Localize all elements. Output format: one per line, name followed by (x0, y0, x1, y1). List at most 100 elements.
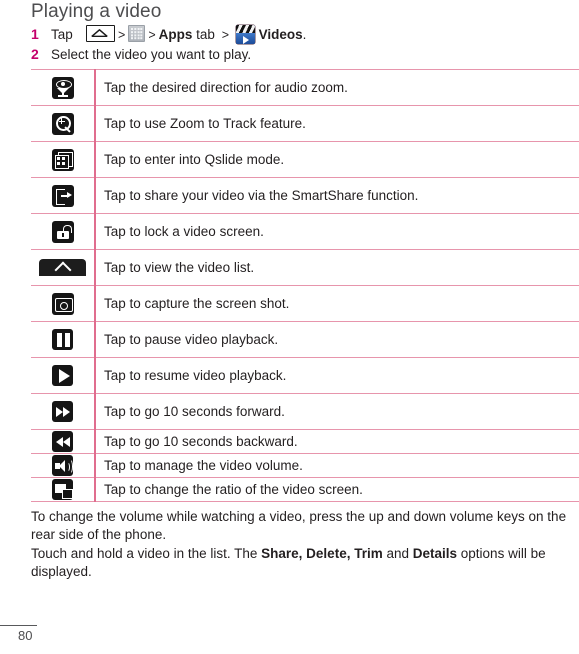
volume-icon[interactable] (52, 455, 73, 476)
qslide-cell (56, 161, 60, 165)
longpress-options-bold-2: Details (412, 546, 458, 561)
audio-zoom-dot (60, 81, 65, 86)
step-1-sep-1: > (118, 28, 126, 42)
table-row: Tap the desired direction for audio zoom… (31, 69, 579, 106)
table-row: Tap to lock a video screen. (31, 213, 579, 250)
description-cell: Tap to resume video playback. (95, 357, 579, 394)
step-2-number: 2 (31, 46, 39, 62)
page-content: Playing a video 1 Tap > > Apps tab > Vid… (31, 0, 579, 581)
home-icon[interactable] (86, 25, 116, 42)
play-icon[interactable] (52, 365, 73, 386)
rewind-triangle-2 (63, 437, 70, 447)
description-cell: Tap to lock a video screen. (95, 213, 579, 250)
capture-lens (59, 301, 68, 310)
description-cell: Tap the desired direction for audio zoom… (95, 69, 579, 106)
page-number: 80 (18, 628, 33, 643)
smartshare-box (55, 188, 65, 205)
description-cell: Tap to use Zoom to Track feature. (95, 105, 579, 142)
icon-cell (31, 141, 96, 178)
icon-cell (31, 213, 96, 250)
lock-keyhole (61, 232, 64, 237)
apps-tab-label: Apps (158, 27, 193, 42)
description-cell: Tap to change the ratio of the video scr… (95, 477, 579, 502)
step-1-period: . (302, 27, 307, 42)
icon-cell (31, 105, 96, 142)
home-icon-glyph (91, 29, 108, 37)
longpress-mid: and (382, 546, 413, 561)
step-2-text: Select the video you want to play. (51, 47, 252, 62)
table-row: Tap to go 10 seconds forward. (31, 393, 579, 430)
apps-grid-icon-glyph (131, 28, 143, 40)
table-row: Tap to pause video playback. (31, 321, 579, 358)
page-title: Playing a video (31, 1, 162, 22)
page-footer: 80 (0, 624, 100, 643)
icon-cell (31, 177, 96, 214)
rewind-triangle-1 (56, 437, 63, 447)
pause-bar-right (65, 333, 70, 347)
icon-cell (31, 429, 96, 454)
video-controls-table-body: Tap the desired direction for audio zoom… (31, 69, 579, 502)
step-1-sep-2: > (148, 28, 156, 42)
description-cell: Tap to go 10 seconds forward. (95, 393, 579, 430)
table-row: Tap to manage the video volume. (31, 453, 579, 478)
longpress-options-bold-1: Share, Delete, Trim (261, 546, 383, 561)
description-cell: Tap to enter into Qslide mode. (95, 141, 579, 178)
table-row: Tap to view the video list. (31, 249, 579, 286)
play-triangle-glyph (59, 369, 70, 383)
videos-app-icon[interactable] (235, 25, 255, 44)
video-list-chevron-up-icon[interactable] (39, 258, 86, 279)
aspect-ratio-front (62, 489, 73, 499)
forward-triangle-2 (63, 407, 70, 417)
step-1-number: 1 (31, 26, 39, 42)
description-cell: Tap to manage the video volume. (95, 453, 579, 478)
videos-label: Videos (258, 27, 303, 42)
description-cell: Tap to pause video playback. (95, 321, 579, 358)
play-triangle (242, 36, 249, 44)
steps-list: 1 Tap > > Apps tab > Videos. 2 Select th… (31, 25, 579, 64)
volume-note-paragraph: To change the volume while watching a vi… (31, 509, 567, 542)
icon-cell (31, 357, 96, 394)
volume-wave-outer (67, 459, 73, 474)
icon-cell (31, 285, 96, 322)
icon-cell (31, 477, 96, 502)
fast-forward-icon[interactable] (52, 401, 73, 422)
table-row: Tap to resume video playback. (31, 357, 579, 394)
rewind-icon[interactable] (52, 431, 73, 452)
lock-screen-icon[interactable] (51, 220, 74, 243)
smartshare-icon[interactable] (51, 184, 74, 207)
description-cell: Tap to capture the screen shot. (95, 285, 579, 322)
qslide-cell (61, 161, 65, 165)
apps-grid-icon[interactable] (128, 25, 146, 42)
table-row: Tap to share your video via the SmartSha… (31, 177, 579, 214)
icon-cell (31, 321, 96, 358)
table-row: Tap to change the ratio of the video scr… (31, 477, 579, 502)
pause-icon[interactable] (52, 329, 73, 350)
zoom-to-track-icon[interactable] (51, 112, 74, 135)
table-row: Tap to capture the screen shot. (31, 285, 579, 322)
chevron-up-glyph (54, 261, 72, 279)
screen-capture-icon[interactable] (51, 292, 74, 315)
qslide-icon[interactable] (51, 148, 74, 171)
step-1: 1 Tap > > Apps tab > Videos. (31, 25, 579, 45)
forward-triangle-1 (56, 407, 63, 417)
video-controls-table: Tap the desired direction for audio zoom… (31, 69, 579, 502)
qslide-cells (56, 156, 65, 165)
table-row: Tap to use Zoom to Track feature. (31, 105, 579, 142)
step-1-sep-3: > (221, 28, 230, 42)
audio-zoom-icon[interactable] (51, 76, 74, 99)
manual-page: Playing a video 1 Tap > > Apps tab > Vid… (0, 0, 579, 654)
icon-cell (31, 453, 96, 478)
icon-cell (31, 249, 96, 286)
longpress-prefix: Touch and hold a video in the list. The (31, 546, 262, 561)
audio-zoom-base (57, 94, 68, 97)
tab-word: tab (196, 27, 215, 42)
icon-cell (31, 393, 96, 430)
longpress-paragraph: Touch and hold a video in the list. The … (31, 545, 576, 581)
aspect-ratio-icon[interactable] (52, 479, 73, 500)
description-cell: Tap to view the video list. (95, 249, 579, 286)
description-cell: Tap to share your video via the SmartSha… (95, 177, 579, 214)
step-2: 2 Select the video you want to play. (31, 45, 579, 64)
table-row: Tap to go 10 seconds backward. (31, 429, 579, 454)
qslide-cell (56, 156, 60, 160)
magnifier-plus-vertical (60, 118, 63, 125)
